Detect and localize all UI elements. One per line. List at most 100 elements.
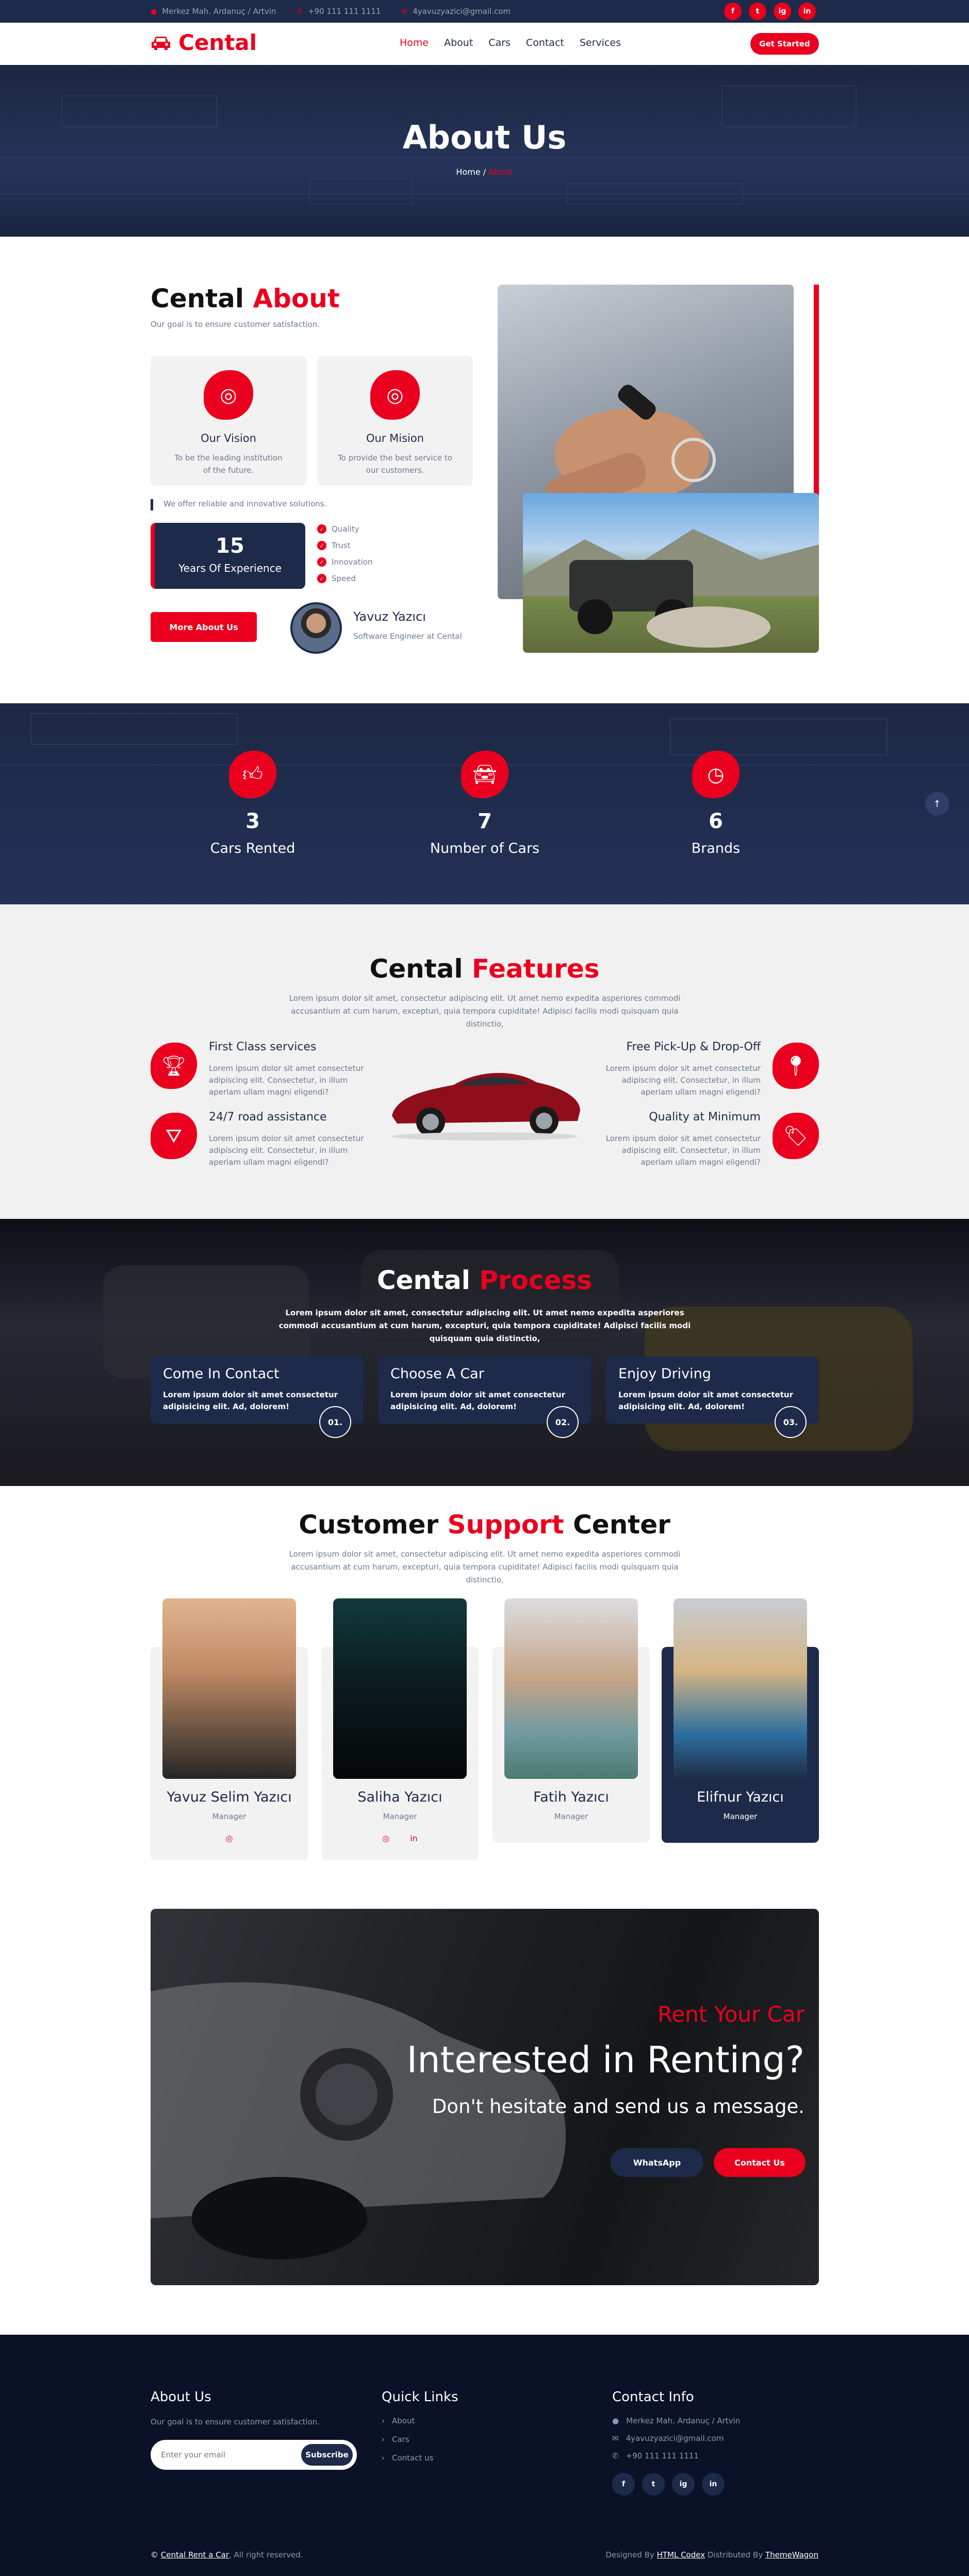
whatsapp-button[interactable]: WhatsApp [611,2148,703,2177]
twitter-icon[interactable]: t [749,3,766,20]
value-item: ✓ Trust [317,537,372,554]
team-role: Manager [383,1812,417,1821]
footer-link-cars[interactable]: › Cars [382,2435,433,2444]
envelope-icon: ✉ [612,2434,619,2443]
nav-item-home[interactable]: Home [400,37,429,48]
instagram-icon[interactable]: ig [774,3,791,20]
copyright-brand-link[interactable]: Cental Rent a Car [161,2550,229,2560]
get-started-button[interactable]: Get Started [750,33,819,55]
check-icon: ✓ [317,541,326,550]
breadcrumb: Home / About [0,167,969,177]
step-title: Come In Contact [163,1366,280,1382]
facebook-icon[interactable]: f [724,3,742,20]
subscribe-button[interactable]: Subscribe [301,2444,353,2466]
footer-phone[interactable]: ✆ +90 111 111 1111 [612,2451,740,2461]
team-photo [674,1598,807,1779]
team-photo [504,1598,638,1779]
team-socials: ◎ [151,1834,308,1843]
feature-title: Quality at Minimum [649,1111,761,1124]
nav-item-cars[interactable]: Cars [488,37,511,48]
process-background-cars [103,1250,913,1451]
instagram-icon[interactable]: ◎ [382,1834,389,1843]
counter-brands: ◷ 6 Brands [638,751,793,856]
twitter-icon[interactable]: t [642,2473,665,2496]
footer-address-text: Merkez Mah. Ardanuç / Artvin [626,2416,741,2425]
email-item[interactable]: ✉ 4yavuzyazici@gmail.com [402,7,511,16]
value-label: Trust [332,541,351,550]
phone-icon: ✆ [612,2451,619,2461]
nav-menu: Home About Cars Contact Services [400,37,621,48]
counter-number: 3 [245,810,260,833]
nav-item-contact[interactable]: Contact [526,37,564,48]
counter-number: 6 [709,810,723,833]
step-number: 01. [319,1406,351,1438]
distributed-by-label: Distributed By [705,2550,765,2560]
team-photo [333,1598,467,1779]
feature-title: 24/7 road assistance [209,1111,327,1124]
nav-item-services[interactable]: Services [580,37,621,48]
check-icon: ✓ [317,557,326,567]
counter-label: Brands [691,840,741,856]
facebook-icon[interactable]: f [612,2473,635,2496]
instagram-icon[interactable]: ◎ [226,1834,233,1843]
main-navbar: Cental Home About Cars Contact Services … [0,23,969,65]
footer-email-text: 4yavuzyazici@gmail.com [626,2434,724,2443]
back-to-top-button[interactable]: ↑ [925,792,949,816]
chevron-right-icon: › [382,2435,385,2444]
thumbs-up-icon: 👍︎ [229,751,276,798]
breadcrumb-home[interactable]: Home [456,167,480,177]
brand-logo[interactable]: Cental [151,30,257,55]
features-intro: Lorem ipsum dolor sit amet, consectetur … [289,994,681,1029]
banner-kicker: Rent Your Car [658,2002,804,2027]
process-title-part2: Process [479,1265,593,1295]
map-pin-icon: ● [612,2416,619,2425]
process-intro: Lorem ipsum dolor sit amet, consectetur … [278,1308,691,1343]
footer-address: ● Merkez Mah. Ardanuç / Artvin [612,2416,740,2425]
footer-link-contact[interactable]: › Contact us [382,2453,433,2463]
contact-us-button[interactable]: Contact Us [714,2148,806,2177]
car-logo-icon [152,36,170,50]
footer-socials: f t ig in [612,2473,725,2496]
nav-item-about[interactable]: About [444,37,473,48]
vision-title: Our Vision [201,432,256,444]
values-list: ✓ Quality ✓ Trust ✓ Innovation ✓ Speed [317,521,372,587]
counter-section: 👍︎ 3 Cars Rented 🚘︎ 7 Number of Cars ◷ 6… [0,703,969,904]
email-text: 4yavuzyazici@gmail.com [413,7,511,16]
team-name: Fatih Yazıcı [533,1789,609,1805]
map-pin-icon: 📍︎ [773,1043,819,1089]
process-step-2: Choose A Car Lorem ipsum dolor sit amet … [378,1357,591,1438]
newsletter-email-input[interactable] [161,2447,290,2463]
linkedin-icon[interactable]: in [410,1834,418,1843]
footer-link-label: About [392,2416,415,2425]
footer-link-about[interactable]: › About [382,2416,433,2425]
phone-item[interactable]: ✆ +90 111 111 1111 [297,7,381,16]
linkedin-icon[interactable]: in [798,3,816,20]
more-about-us-button[interactable]: More About Us [151,612,257,642]
feature-text: Lorem ipsum dolor sit amet consectetur a… [605,1064,761,1097]
instagram-icon[interactable]: ig [672,2473,695,2496]
about-title-part1: Cental [151,284,253,313]
brand-name: Cental [178,30,257,55]
value-label: Speed [332,574,356,583]
avatar [290,602,342,654]
support-title-part2: Support [447,1510,564,1540]
about-note: We offer reliable and innovative solutio… [151,499,326,510]
banner-title: Interested in Renting? [406,2039,804,2081]
distributor-link[interactable]: ThemeWagon [765,2550,818,2560]
designer-link[interactable]: HTML Codex [657,2550,705,2560]
road-icon: ⛛ [151,1113,197,1159]
footer-email[interactable]: ✉ 4yavuzyazici@gmail.com [612,2434,740,2443]
step-title: Enjoy Driving [618,1366,711,1382]
process-section: Cental Process Lorem ipsum dolor sit ame… [0,1219,969,1486]
counter-number: 7 [478,810,492,833]
breadcrumb-separator: / [483,167,489,177]
team-name: Yavuz Selim Yazıcı [167,1789,292,1805]
vision-card: ◎ Our Vision To be the leading instituti… [151,356,306,486]
features-title: Cental Features [0,954,969,984]
feature-text: Lorem ipsum dolor sit amet consectetur a… [209,1134,364,1167]
value-label: Quality [332,524,359,534]
arrow-up-icon: ↑ [933,798,941,810]
team-socials: ◎ in [321,1834,479,1843]
trophy-icon: 🏆︎ [151,1043,197,1089]
linkedin-icon[interactable]: in [702,2473,725,2496]
